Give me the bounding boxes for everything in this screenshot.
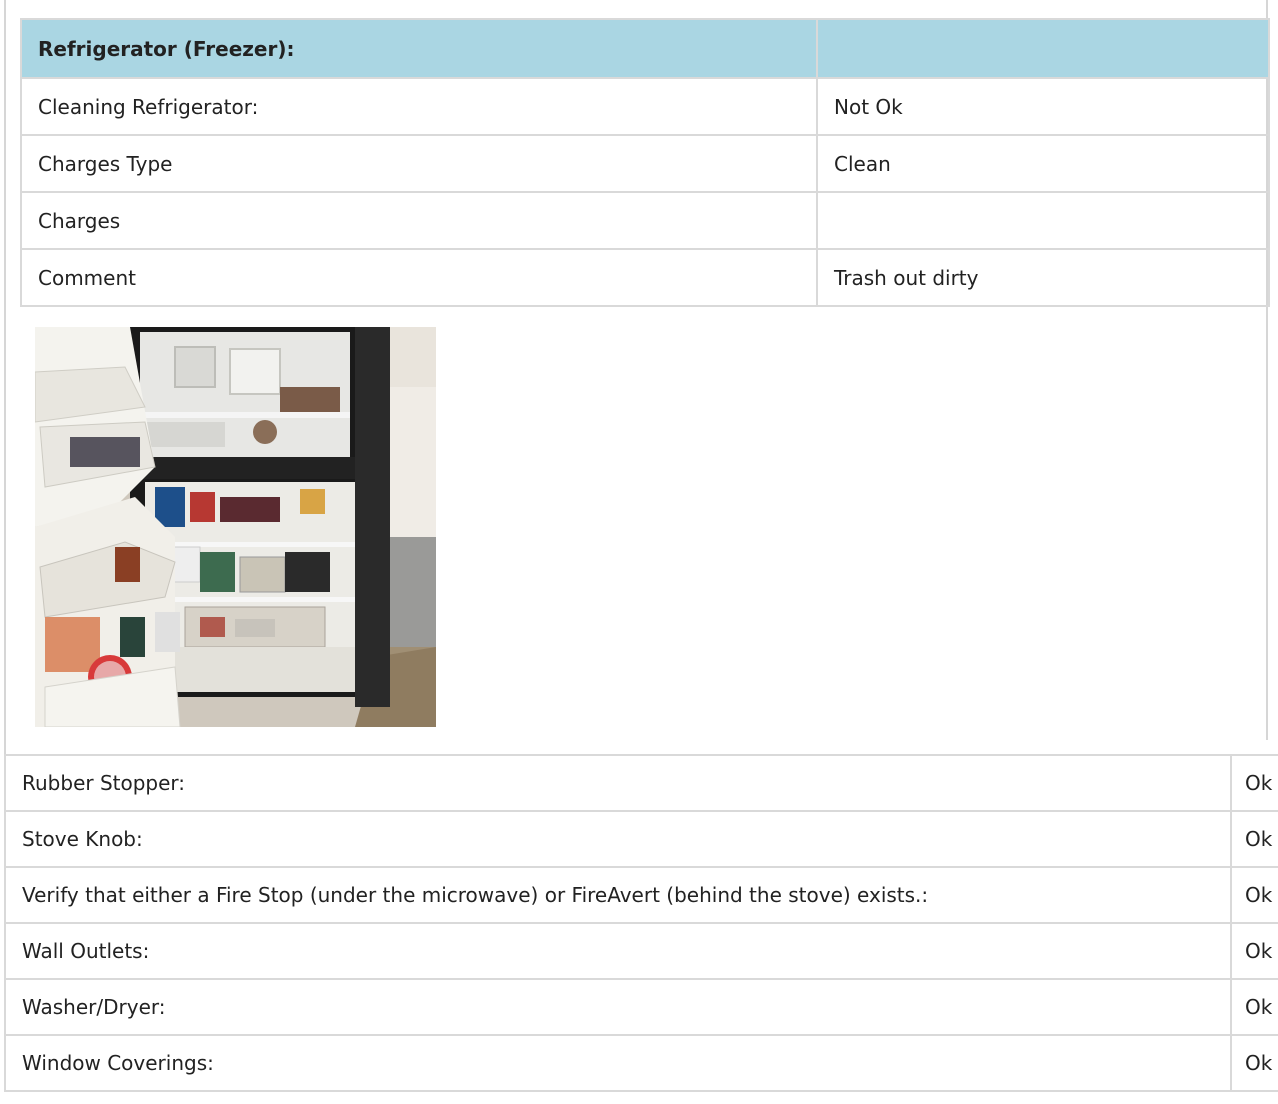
item-value: Ok [1230, 1034, 1278, 1092]
row-value [816, 191, 1270, 250]
table-row: Comment Trash out dirty [20, 248, 1270, 307]
section-title-value [816, 18, 1270, 79]
checklist-section: Rubber Stopper: Ok Stove Knob: Ok Verify… [4, 754, 1278, 1092]
table-row: Wall Outlets: Ok [4, 922, 1278, 980]
outer-left-border [4, 0, 6, 754]
table-row: Charges [20, 191, 1270, 250]
item-value: Ok [1230, 810, 1278, 868]
table-row: Charges Type Clean [20, 134, 1270, 193]
item-value: Ok [1230, 978, 1278, 1036]
row-label: Cleaning Refrigerator: [20, 77, 818, 136]
item-label: Verify that either a Fire Stop (under th… [4, 866, 1232, 924]
section-title: Refrigerator (Freezer): [20, 18, 818, 79]
refrigerator-photo[interactable] [35, 327, 436, 727]
item-label: Washer/Dryer: [4, 978, 1232, 1036]
row-value: Trash out dirty [816, 248, 1270, 307]
section-header-row: Refrigerator (Freezer): [20, 18, 1270, 79]
item-value: Ok [1230, 866, 1278, 924]
inspection-page: Refrigerator (Freezer): Cleaning Refrige… [0, 0, 1278, 1104]
item-label: Wall Outlets: [4, 922, 1232, 980]
row-label: Charges Type [20, 134, 818, 193]
row-label: Comment [20, 248, 818, 307]
table-row: Window Coverings: Ok [4, 1034, 1278, 1092]
item-value: Ok [1230, 754, 1278, 812]
row-value: Clean [816, 134, 1270, 193]
table-row: Verify that either a Fire Stop (under th… [4, 866, 1278, 924]
table-row: Stove Knob: Ok [4, 810, 1278, 868]
table-row: Cleaning Refrigerator: Not Ok [20, 77, 1270, 136]
table-row: Rubber Stopper: Ok [4, 754, 1278, 812]
row-value: Not Ok [816, 77, 1270, 136]
item-value: Ok [1230, 922, 1278, 980]
item-label: Window Coverings: [4, 1034, 1232, 1092]
refrigerator-section: Refrigerator (Freezer): Cleaning Refrige… [20, 18, 1270, 307]
item-label: Stove Knob: [4, 810, 1232, 868]
refrigerator-table: Refrigerator (Freezer): Cleaning Refrige… [20, 18, 1270, 307]
table-row: Washer/Dryer: Ok [4, 978, 1278, 1036]
checklist-table: Rubber Stopper: Ok Stove Knob: Ok Verify… [4, 754, 1278, 1092]
item-label: Rubber Stopper: [4, 754, 1232, 812]
row-label: Charges [20, 191, 818, 250]
